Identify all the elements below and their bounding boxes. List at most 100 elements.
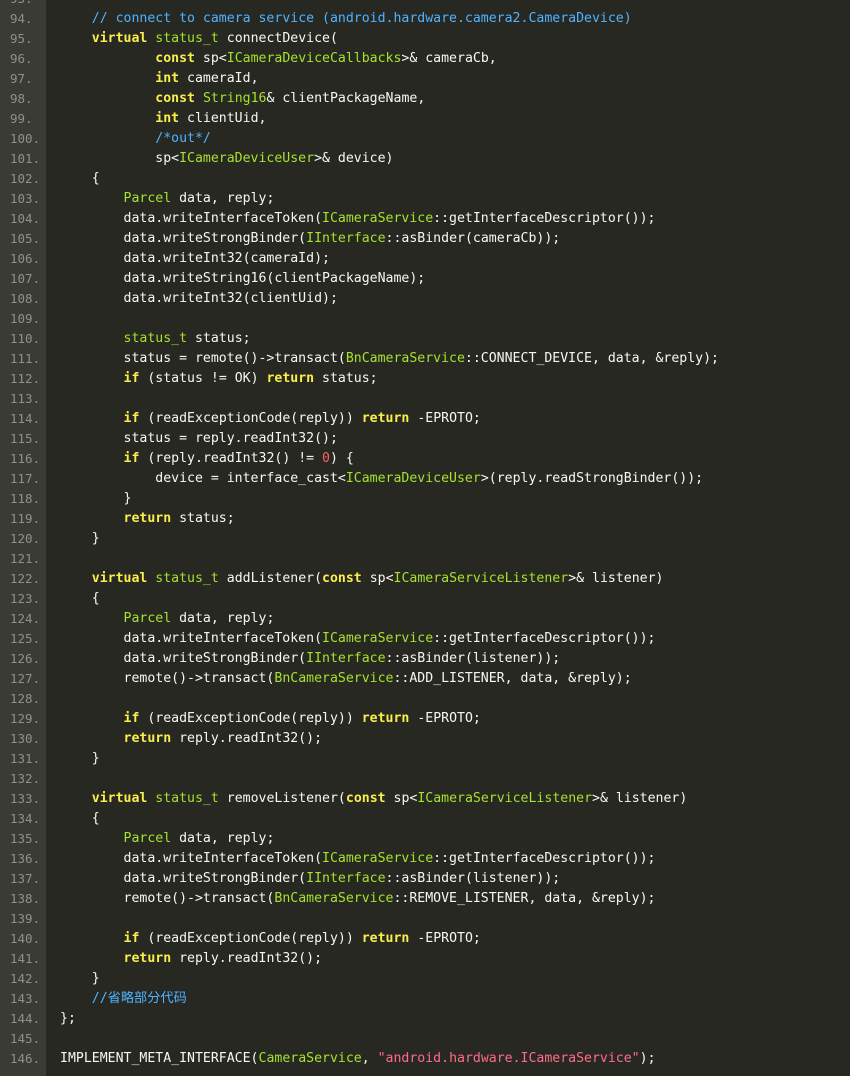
code-line: 96. const sp<ICameraDeviceCallbacks>& ca… <box>0 49 850 69</box>
code-token: const <box>345 791 386 806</box>
code-token: "android.hardware.ICameraService" <box>377 1051 640 1066</box>
code-token: data.writeStrongBinder( <box>60 651 307 666</box>
code-line: 133. virtual status_t removeListener(con… <box>0 789 850 809</box>
code-token: data.writeStrongBinder( <box>60 871 307 886</box>
code-token: -EPROTO; <box>409 931 481 946</box>
code-line: 93. <box>0 0 850 9</box>
code-token: IMPLEMENT_META_INTERFACE( <box>60 1051 259 1066</box>
code-token: ::asBinder(cameraCb)); <box>385 231 561 246</box>
code-text: } <box>60 749 100 769</box>
code-line: 110. status_t status; <box>0 329 850 349</box>
code-token: sp< <box>60 151 180 166</box>
code-token: BnCameraService <box>274 891 394 906</box>
code-token: status_t <box>123 331 188 346</box>
code-text: const String16& clientPackageName, <box>60 89 425 109</box>
code-line: 102. { <box>0 169 850 189</box>
code-token: ICameraServiceListener <box>393 571 569 586</box>
code-token: virtual <box>91 571 148 586</box>
code-token: data.writeInterfaceToken( <box>60 211 323 226</box>
code-line: 141. return reply.readInt32(); <box>0 949 850 969</box>
code-token: Parcel <box>123 191 172 206</box>
code-token: //省略部分代码 <box>91 991 187 1006</box>
code-token: if <box>123 711 140 726</box>
line-number: 106. <box>10 251 41 266</box>
line-number: 121. <box>10 551 41 566</box>
code-token: const <box>155 91 195 106</box>
code-token: clientUid, <box>179 111 267 126</box>
line-number: 146. <box>10 1051 41 1066</box>
code-token: data.writeInt32(cameraId); <box>60 251 330 266</box>
line-number: 139. <box>10 911 41 926</box>
code-token: return <box>123 951 172 966</box>
code-token: ::getInterfaceDescriptor()); <box>433 631 656 646</box>
line-number: 97. <box>10 71 33 86</box>
code-token: (readExceptionCode(reply)) <box>139 711 362 726</box>
code-text: data.writeStrongBinder(IInterface::asBin… <box>60 649 561 669</box>
code-token: status; <box>314 371 378 386</box>
code-token: addListener( <box>218 571 323 586</box>
line-number: 143. <box>10 991 41 1006</box>
code-token: int <box>155 71 180 86</box>
code-line: 104. data.writeInterfaceToken(ICameraSer… <box>0 209 850 229</box>
code-token: data.writeStrongBinder( <box>60 231 307 246</box>
code-token: } <box>60 971 100 986</box>
code-token: virtual <box>91 31 148 46</box>
code-text: status_t status; <box>60 329 251 349</box>
code-text: Parcel data, reply; <box>60 189 275 209</box>
line-number: 109. <box>10 311 41 326</box>
code-token: status_t <box>155 791 219 806</box>
code-token: sp< <box>385 791 418 806</box>
code-token: // connect to camera service (android.ha… <box>91 11 632 26</box>
code-text: data.writeInterfaceToken(ICameraService:… <box>60 209 656 229</box>
code-text: IMPLEMENT_META_INTERFACE(CameraService, … <box>60 1049 656 1069</box>
code-line: 107. data.writeString16(clientPackageNam… <box>0 269 850 289</box>
code-token: device = interface_cast< <box>60 471 346 486</box>
code-line: 99. int clientUid, <box>0 109 850 129</box>
code-line: 130. return reply.readInt32(); <box>0 729 850 749</box>
code-token: String16 <box>202 91 267 106</box>
code-token: 0 <box>322 451 330 466</box>
code-line: 143. //省略部分代码 <box>0 989 850 1009</box>
code-token: return <box>361 411 410 426</box>
code-text: { <box>60 809 100 829</box>
code-token: IInterface <box>306 651 386 666</box>
code-token: (reply.readInt32() != <box>139 451 323 466</box>
line-number: 145. <box>10 1031 41 1046</box>
code-text: // connect to camera service (android.ha… <box>60 9 632 29</box>
code-line: 118. } <box>0 489 850 509</box>
code-token: data.writeInterfaceToken( <box>60 851 323 866</box>
line-number: 142. <box>10 971 41 986</box>
code-view: 93.94. // connect to camera service (and… <box>0 0 850 1076</box>
code-line: 137. data.writeStrongBinder(IInterface::… <box>0 869 850 889</box>
line-number: 93. <box>0 0 46 9</box>
code-text: Parcel data, reply; <box>60 609 275 629</box>
code-token: data, reply; <box>171 191 275 206</box>
code-token: status; <box>187 331 251 346</box>
code-token: >& device) <box>314 151 394 166</box>
code-token: IInterface <box>306 231 386 246</box>
line-number: 107. <box>10 271 41 286</box>
code-text: data.writeString16(clientPackageName); <box>60 269 426 289</box>
code-text: if (reply.readInt32() != 0) { <box>60 449 354 469</box>
code-text: { <box>60 169 100 189</box>
line-number: 135. <box>10 831 41 846</box>
line-number: 104. <box>10 211 41 226</box>
line-number: 125. <box>10 631 41 646</box>
code-text: } <box>60 489 132 509</box>
line-number: 131. <box>10 751 41 766</box>
code-line: 105. data.writeStrongBinder(IInterface::… <box>0 229 850 249</box>
code-line: 94. // connect to camera service (androi… <box>0 9 850 29</box>
line-number: 103. <box>10 191 41 206</box>
line-number: 108. <box>10 291 41 306</box>
code-token: } <box>60 531 100 546</box>
code-token: >& cameraCb, <box>401 51 497 66</box>
code-line: 108. data.writeInt32(clientUid); <box>0 289 850 309</box>
line-number: 100. <box>10 131 41 146</box>
